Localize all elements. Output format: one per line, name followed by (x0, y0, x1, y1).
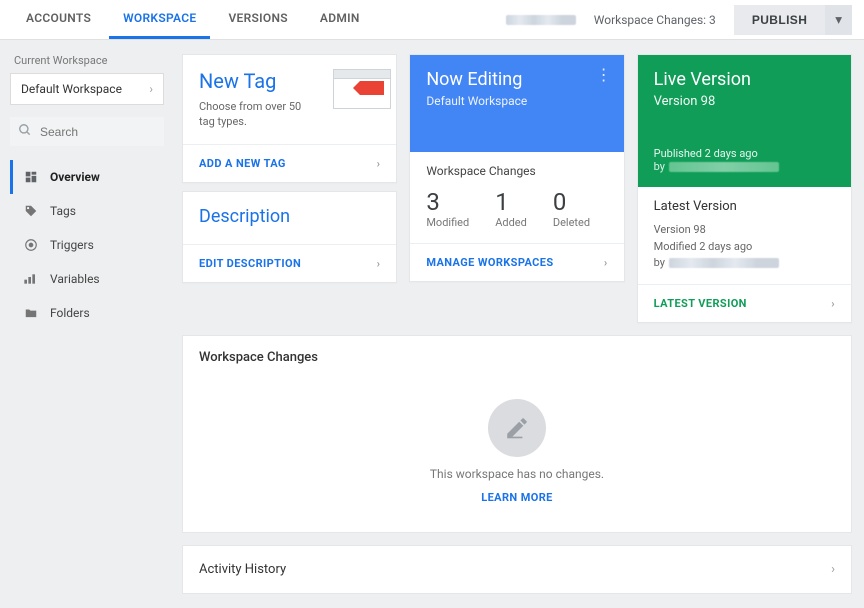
new-tag-card: New Tag Choose from over 50 tag types. A… (182, 54, 397, 183)
chevron-right-icon: › (831, 562, 835, 577)
now-editing-card: Now Editing Default Workspace ⋮ Workspac… (409, 54, 624, 282)
sidebar-item-label: Overview (50, 170, 100, 184)
workspace-changes-heading: Workspace Changes (410, 152, 623, 178)
search-icon (18, 123, 32, 140)
stat-label: Modified (426, 216, 469, 229)
live-version-card: Live Version Version 98 Published 2 days… (637, 54, 852, 323)
tab-versions[interactable]: VERSIONS (214, 0, 301, 39)
publish-group: PUBLISH ▾ (734, 5, 852, 35)
folder-icon (22, 306, 40, 320)
description-title: Description (199, 206, 380, 227)
sidebar-item-label: Triggers (50, 238, 94, 252)
live-version-title: Live Version (654, 69, 835, 90)
stat-modified: 3 Modified (426, 188, 469, 229)
latest-version-button[interactable]: LATEST VERSION › (638, 284, 851, 322)
live-published-by: by (654, 160, 835, 173)
button-label: EDIT DESCRIPTION (199, 257, 301, 270)
stat-label: Added (495, 216, 527, 229)
now-editing-subtitle: Default Workspace (426, 94, 607, 108)
container-id-redacted (506, 15, 576, 25)
empty-message: This workspace has no changes. (430, 467, 604, 481)
variable-icon (22, 272, 40, 286)
button-label: MANAGE WORKSPACES (426, 256, 553, 269)
latest-version-heading: Latest Version (654, 199, 835, 214)
sidebar-item-folders[interactable]: Folders (10, 296, 164, 330)
dashboard-icon (22, 170, 40, 184)
chevron-right-icon: › (149, 82, 153, 96)
sidebar-item-overview[interactable]: Overview (10, 160, 164, 194)
main-content: New Tag Choose from over 50 tag types. A… (170, 40, 864, 608)
workspace-changes-count: Workspace Changes: 3 (594, 13, 716, 27)
stat-number: 0 (553, 188, 590, 216)
sidebar-item-variables[interactable]: Variables (10, 262, 164, 296)
sidebar-item-label: Tags (50, 204, 76, 218)
edit-description-button[interactable]: EDIT DESCRIPTION › (183, 244, 396, 282)
author-redacted (669, 258, 779, 268)
chevron-right-icon: › (604, 256, 608, 269)
workspace-selector-value: Default Workspace (21, 82, 122, 96)
workspace-changes-card: Workspace Changes This workspace has no … (182, 335, 852, 533)
stat-number: 3 (426, 188, 469, 216)
search-box[interactable] (10, 117, 164, 146)
stat-added: 1 Added (495, 188, 527, 229)
by-prefix: by (654, 160, 665, 173)
chevron-down-icon: ▾ (835, 12, 842, 27)
description-card: Description EDIT DESCRIPTION › (182, 191, 397, 283)
stat-number: 1 (495, 188, 527, 216)
publish-dropdown[interactable]: ▾ (825, 5, 852, 35)
latest-version-number: Version 98 (654, 222, 835, 239)
activity-history-title: Activity History (199, 562, 286, 577)
workspace-changes-title: Workspace Changes (199, 350, 835, 365)
chevron-right-icon: › (377, 157, 381, 170)
sidebar-item-tags[interactable]: Tags (10, 194, 164, 228)
workspace-selector[interactable]: Default Workspace › (10, 73, 164, 105)
add-new-tag-button[interactable]: ADD A NEW TAG › (183, 144, 396, 182)
chevron-right-icon: › (831, 297, 835, 310)
tab-admin[interactable]: ADMIN (306, 0, 374, 39)
author-redacted (669, 162, 779, 172)
activity-history-card[interactable]: Activity History › (182, 545, 852, 594)
now-editing-title: Now Editing (426, 69, 607, 90)
new-tag-title: New Tag (199, 69, 319, 93)
by-prefix: by (654, 255, 665, 272)
learn-more-link[interactable]: LEARN MORE (481, 491, 553, 504)
sidebar: Current Workspace Default Workspace › Ov… (0, 40, 170, 608)
trigger-icon (22, 238, 40, 252)
tag-illustration-icon (333, 69, 380, 113)
topbar-right: Workspace Changes: 3 PUBLISH ▾ (506, 5, 852, 35)
top-bar: ACCOUNTS WORKSPACE VERSIONS ADMIN Worksp… (0, 0, 864, 40)
live-version-number: Version 98 (654, 94, 835, 109)
sidebar-item-label: Variables (50, 272, 100, 286)
button-label: ADD A NEW TAG (199, 157, 286, 170)
latest-modified-by: by (654, 255, 835, 272)
current-workspace-label: Current Workspace (10, 54, 164, 67)
new-tag-subtitle: Choose from over 50 tag types. (199, 99, 319, 130)
top-nav: ACCOUNTS WORKSPACE VERSIONS ADMIN (12, 0, 374, 39)
tab-workspace[interactable]: WORKSPACE (109, 0, 210, 39)
button-label: LATEST VERSION (654, 297, 747, 310)
stat-label: Deleted (553, 216, 590, 229)
publish-button[interactable]: PUBLISH (734, 5, 825, 35)
pencil-icon (488, 399, 546, 457)
side-nav: Overview Tags Triggers Variables Folders (10, 160, 164, 330)
kebab-menu-icon[interactable]: ⋮ (596, 67, 612, 83)
stat-deleted: 0 Deleted (553, 188, 590, 229)
live-published-text: Published 2 days ago (654, 147, 835, 160)
sidebar-item-label: Folders (50, 306, 90, 320)
sidebar-item-triggers[interactable]: Triggers (10, 228, 164, 262)
manage-workspaces-button[interactable]: MANAGE WORKSPACES › (410, 243, 623, 281)
tag-icon (22, 204, 40, 218)
latest-modified-text: Modified 2 days ago (654, 239, 835, 256)
tab-accounts[interactable]: ACCOUNTS (12, 0, 105, 39)
chevron-right-icon: › (377, 257, 381, 270)
